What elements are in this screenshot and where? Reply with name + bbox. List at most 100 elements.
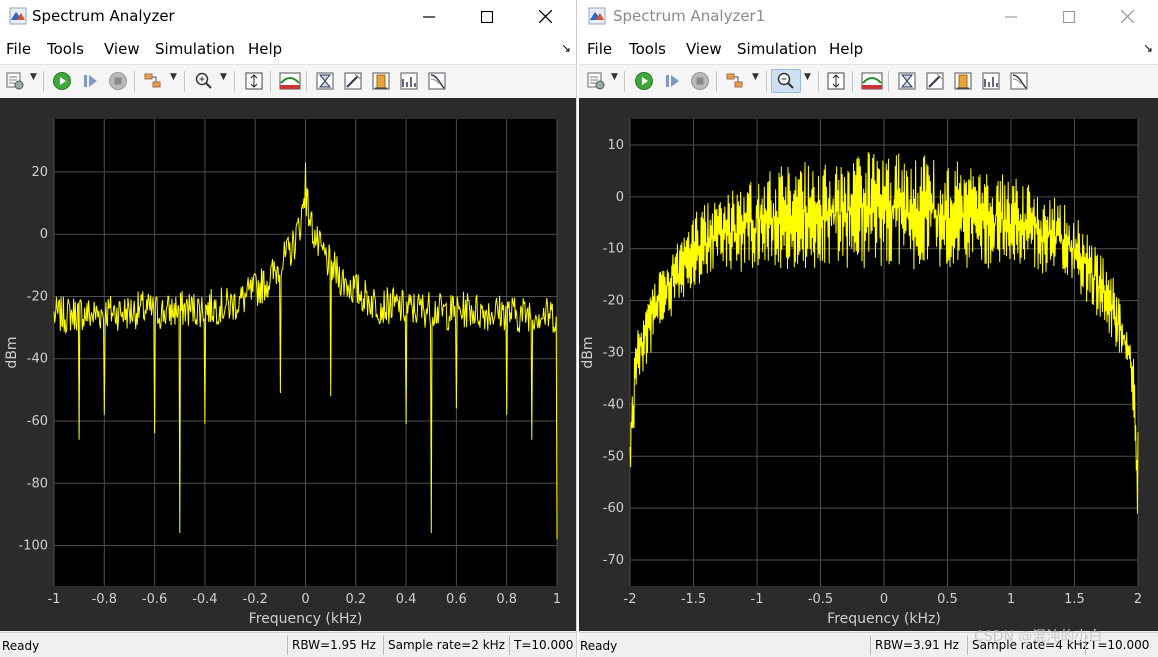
y-tick-label: 20 (31, 165, 48, 180)
spectrum-plot[interactable]: -2 -1.5 -1 -0.5 0 0.5 1 1.5 2 10 0 -10 -20 -30 -40 -50 -… (579, 98, 1158, 631)
plot-area: -1 -0.8 -0.6 -0.4 -0.2 0 0.2 0.4 0.6 0.8 1 20 0 -20 -4… (0, 98, 576, 631)
run-button[interactable] (632, 69, 656, 93)
stop-button[interactable] (688, 69, 712, 93)
cursor-icon (898, 72, 916, 90)
highlight-button[interactable] (723, 69, 747, 93)
zoom-in-button[interactable] (771, 69, 801, 93)
menu-help[interactable]: Help (829, 40, 863, 58)
y-tick-label: -40 (27, 352, 48, 367)
y-tick-label: -10 (603, 242, 624, 257)
trace-selection-button[interactable] (278, 69, 302, 93)
x-tick-label: 0.4 (396, 592, 417, 607)
x-tick-label: 1 (1007, 592, 1015, 607)
scale-axes-button[interactable] (824, 69, 848, 93)
ccdf-measurements-button[interactable] (425, 69, 449, 93)
ccdf-icon (428, 72, 446, 90)
y-tick-label: -80 (27, 476, 48, 491)
x-axis-label: Frequency (kHz) (827, 611, 941, 627)
y-axis-label: dBm (580, 336, 596, 368)
y-tick-label: -40 (603, 397, 624, 412)
y-tick-label: -20 (27, 289, 48, 304)
undock-icon[interactable]: ↘ (561, 41, 571, 55)
peak-finder-button[interactable] (923, 69, 947, 93)
settings-button[interactable] (584, 69, 608, 93)
close-button[interactable] (1098, 0, 1156, 33)
cursor-measure-button[interactable] (895, 69, 919, 93)
maximize-button[interactable] (1040, 0, 1098, 33)
peak-finder-button[interactable] (341, 69, 365, 93)
distortion-measurements-button[interactable] (979, 69, 1003, 93)
stop-icon (109, 72, 127, 90)
menu-view[interactable]: View (686, 40, 722, 58)
minimize-button[interactable] (982, 0, 1040, 33)
close-button[interactable] (516, 0, 574, 33)
distortion-measurements-button[interactable] (397, 69, 421, 93)
toolbar-separator (766, 71, 767, 92)
settings-button[interactable] (3, 69, 27, 93)
run-button[interactable] (50, 69, 74, 93)
zoom-dropdown-icon[interactable]: ▼ (220, 72, 227, 82)
window-title: Spectrum Analyzer (32, 7, 175, 25)
settings-dropdown-icon[interactable]: ▼ (30, 72, 37, 82)
step-forward-button[interactable] (660, 69, 684, 93)
minimize-button[interactable] (400, 0, 458, 33)
ccdf-measurements-button[interactable] (1007, 69, 1031, 93)
maximize-icon (481, 10, 493, 23)
x-tick-label: 0.5 (937, 592, 958, 607)
step-forward-button[interactable] (78, 69, 102, 93)
cursor-icon (316, 72, 334, 90)
menu-simulation[interactable]: Simulation (155, 40, 235, 58)
highlight-button[interactable] (141, 69, 165, 93)
y-tick-label: -20 (603, 294, 624, 309)
x-tick-label: -1 (751, 592, 764, 607)
run-icon (635, 72, 653, 90)
zoom-in-button[interactable] (192, 69, 216, 93)
x-tick-label: -0.5 (808, 592, 833, 607)
y-tick-label: 0 (616, 190, 624, 205)
x-tick-label: 0.8 (496, 592, 517, 607)
channel-measurements-button[interactable] (951, 69, 975, 93)
cursor-measure-button[interactable] (313, 69, 337, 93)
step-forward-icon (84, 75, 97, 87)
zoom-in-icon (777, 72, 794, 89)
trace-selection-button[interactable] (860, 69, 884, 93)
highlight-dropdown-icon[interactable]: ▼ (752, 72, 759, 82)
menu-bar: File Tools View Simulation Help ↘ (579, 33, 1158, 64)
menu-file[interactable]: File (6, 40, 31, 58)
settings-dropdown-icon[interactable]: ▼ (611, 72, 618, 82)
maximize-button[interactable] (458, 0, 516, 33)
toolbar-separator (270, 71, 271, 92)
stop-button[interactable] (106, 69, 130, 93)
x-tick-label: -0.4 (192, 592, 217, 607)
y-tick-label: -50 (603, 449, 624, 464)
highlight-dropdown-icon[interactable]: ▼ (170, 72, 177, 82)
close-icon (538, 10, 552, 23)
menu-simulation[interactable]: Simulation (737, 40, 817, 58)
run-icon (53, 72, 71, 90)
matlab-logo-icon (9, 7, 27, 25)
channel-measurements-button[interactable] (369, 69, 393, 93)
ccdf-icon (1010, 72, 1028, 90)
x-tick-label: -2 (624, 592, 637, 607)
distortion-icon (400, 72, 418, 90)
toolbar-separator (888, 71, 889, 92)
undock-icon[interactable]: ↘ (1143, 41, 1153, 55)
zoom-in-icon (195, 72, 212, 89)
toolbar-separator (306, 71, 307, 92)
menu-help[interactable]: Help (248, 40, 282, 58)
zoom-dropdown-icon[interactable]: ▼ (804, 72, 811, 82)
status-rbw: RBW=3.91 Hz (870, 636, 963, 655)
menu-tools[interactable]: Tools (47, 40, 84, 58)
matlab-logo-icon (588, 7, 606, 25)
scale-axes-button[interactable] (242, 69, 266, 93)
title-bar: Spectrum Analyzer (0, 0, 576, 33)
x-tick-label: 1.5 (1064, 592, 1085, 607)
spectrum-plot[interactable]: -1 -0.8 -0.6 -0.4 -0.2 0 0.2 0.4 0.6 0.8 1 20 0 -20 -4… (0, 98, 576, 631)
settings-icon (587, 72, 605, 90)
menu-view[interactable]: View (104, 40, 140, 58)
spectrum-analyzer1-window: Spectrum Analyzer1 File Tools View Simul… (579, 0, 1158, 657)
menu-tools[interactable]: Tools (629, 40, 666, 58)
toolbar: ▼ ▼ ▼ (0, 64, 576, 99)
menu-file[interactable]: File (587, 40, 612, 58)
toolbar-separator (818, 71, 819, 92)
